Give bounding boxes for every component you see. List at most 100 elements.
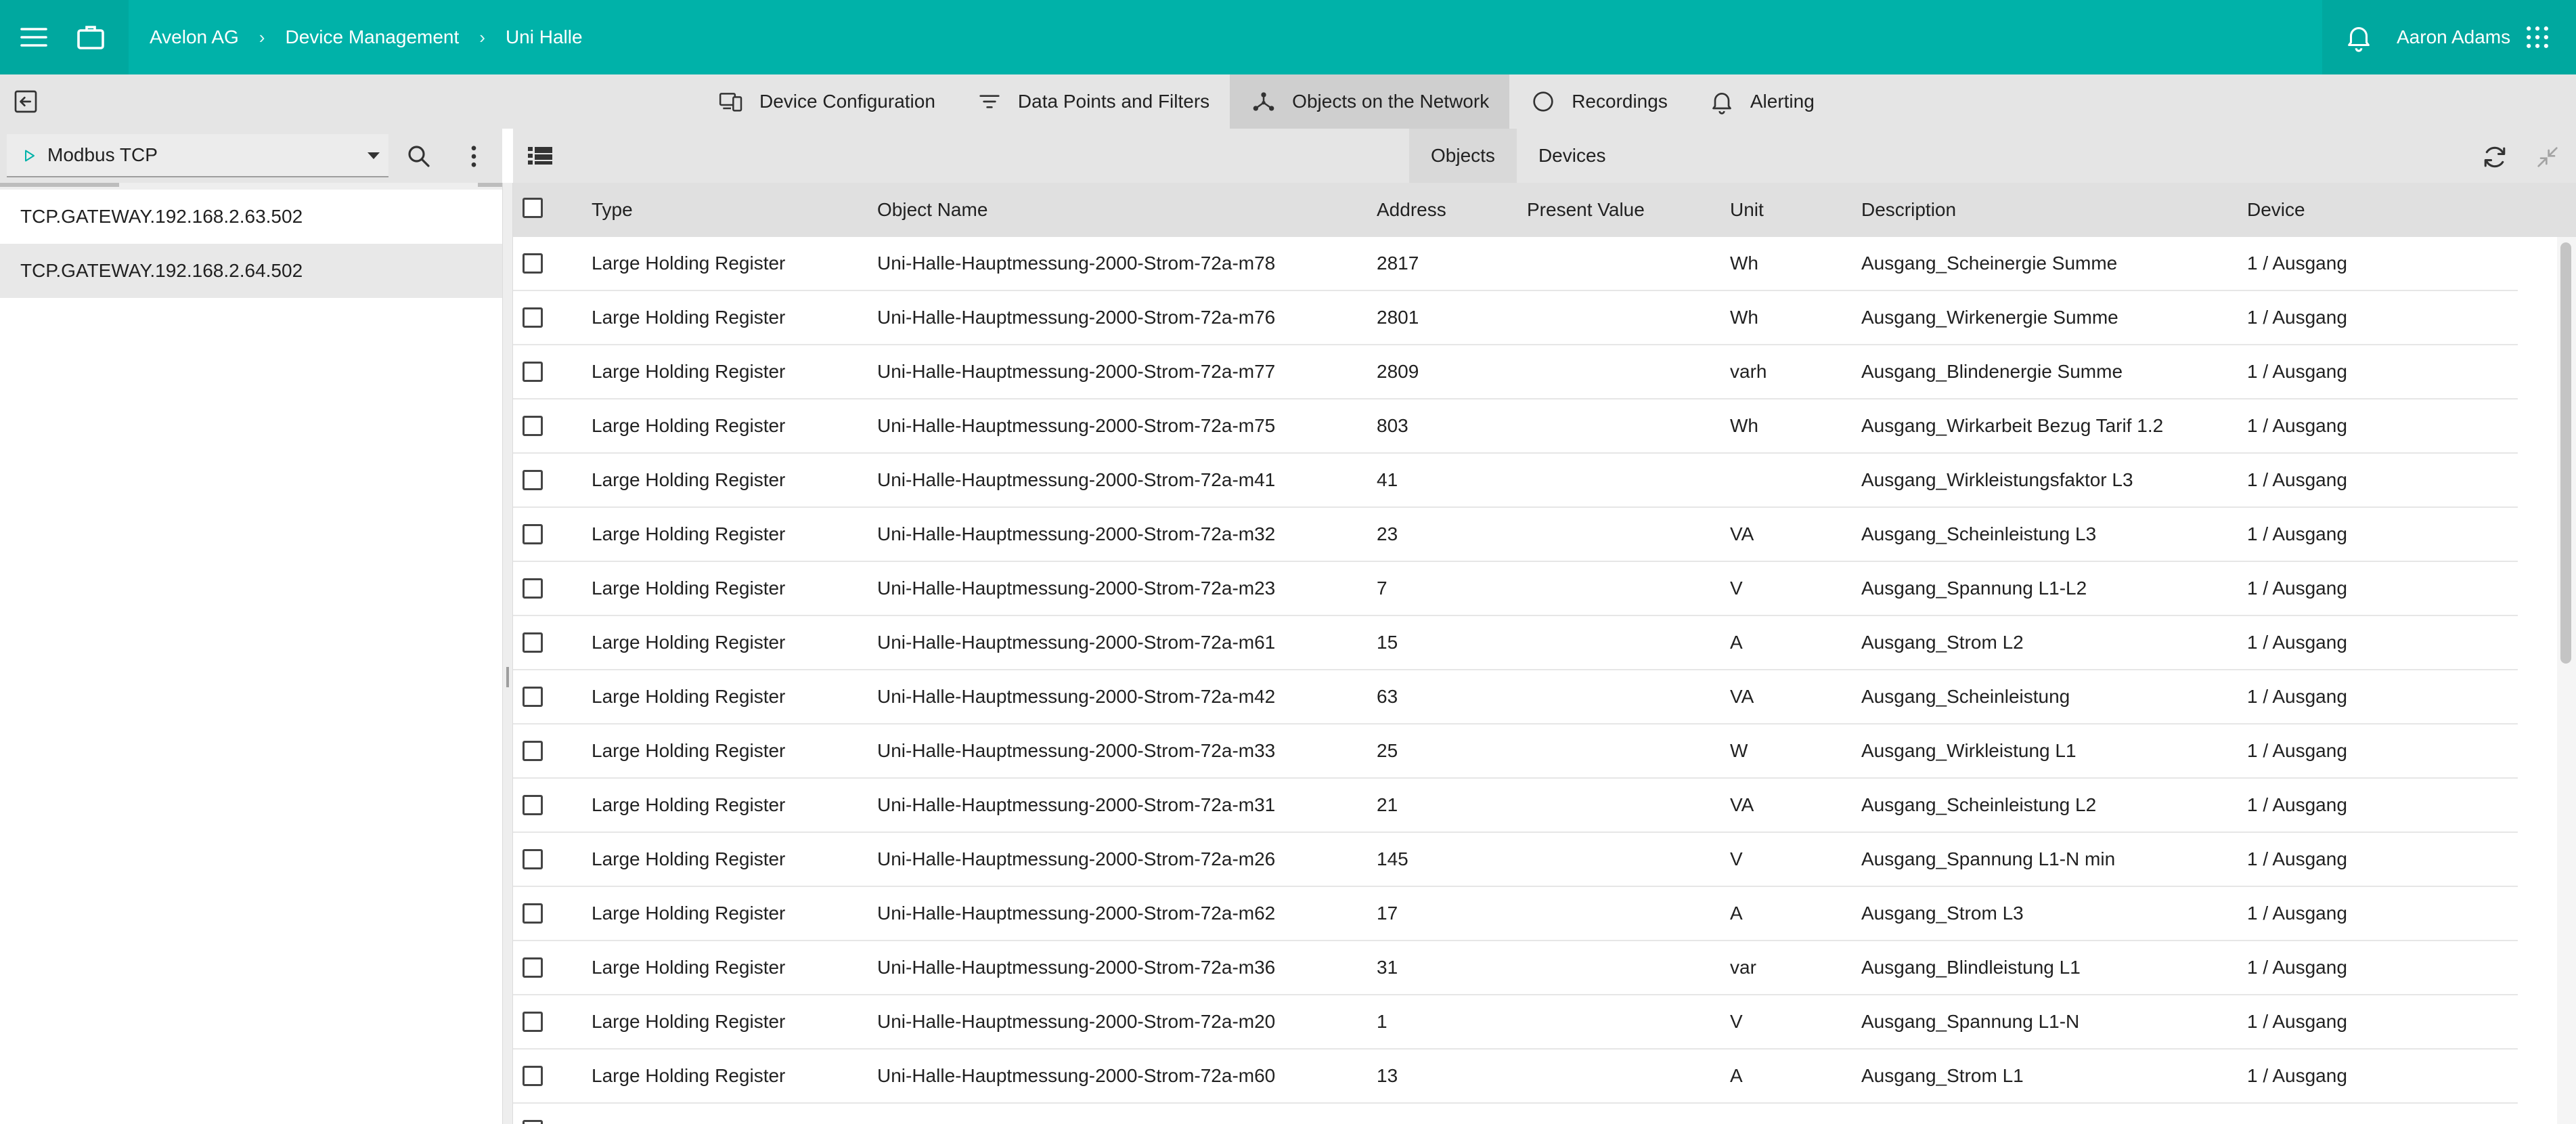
column-header-type[interactable]: Type [592, 183, 633, 237]
panel-splitter[interactable] [502, 183, 513, 1124]
column-header-address[interactable]: Address [1377, 183, 1446, 237]
briefcase-icon[interactable] [74, 21, 107, 53]
gateway-list-item[interactable]: TCP.GATEWAY.192.168.2.63.502 [0, 190, 502, 244]
cell-device: 1 / Ausgang [2247, 848, 2347, 869]
notifications-bell-icon[interactable] [2343, 22, 2374, 53]
tab-objects-on-the-network[interactable]: Objects on the Network [1230, 74, 1510, 129]
row-checkbox[interactable] [523, 524, 543, 544]
row-checkbox[interactable] [523, 307, 543, 328]
cell-object-name: Uni-Halle-Hauptmessung-2000-Strom-72a-m4… [877, 469, 1276, 490]
row-checkbox[interactable] [523, 741, 543, 761]
table-row[interactable]: Large Holding Register Uni-Halle-Hauptme… [513, 345, 2518, 399]
table-row[interactable]: Large Holding Register Uni-Halle-Hauptme… [513, 399, 2518, 454]
row-checkbox[interactable] [523, 1012, 543, 1032]
table-row[interactable]: Large Holding Register Uni-Halle-Hauptme… [513, 779, 2518, 833]
column-header-device[interactable]: Device [2247, 183, 2305, 237]
left-scrollbar-thumb[interactable] [0, 183, 119, 187]
tab-devices[interactable]: Devices [1517, 129, 1628, 183]
cell-unit: V [1730, 848, 1743, 869]
table-row[interactable]: Large Holding Register Uni-Halle-Hauptme… [513, 291, 2518, 345]
cell-device: 1 / Ausgang [2247, 523, 2347, 544]
filter-icon [976, 88, 1003, 115]
table-row[interactable]: Large Holding Register Uni-Halle-Hauptme… [513, 508, 2518, 562]
table-scrollbar-thumb[interactable] [2560, 242, 2571, 664]
table-row[interactable]: Large Holding Register Uni-Halle-Hauptme… [513, 562, 2518, 616]
column-header-object-name[interactable]: Object Name [877, 183, 987, 237]
table-row[interactable]: Large Holding Register Uni-Halle-Hauptme… [513, 941, 2518, 995]
tab-label: Objects on the Network [1292, 91, 1490, 112]
row-checkbox[interactable] [523, 903, 543, 924]
row-checkbox[interactable] [523, 253, 543, 274]
row-checkbox[interactable] [523, 849, 543, 869]
user-name[interactable]: Aaron Adams [2397, 0, 2510, 74]
column-header-description[interactable]: Description [1861, 183, 1956, 237]
table-row[interactable]: Large Holding Register Uni-Halle-Hauptme… [513, 670, 2518, 725]
cell-address: 2801 [1377, 307, 1419, 328]
cell-description: Ausgang_Spannung L1-N [1861, 1011, 2080, 1032]
cell-unit: varh [1730, 361, 1767, 382]
row-checkbox[interactable] [523, 578, 543, 599]
row-checkbox[interactable] [523, 470, 543, 490]
cell-object-name: Uni-Halle-Hauptmessung-2000-Strom-72a-m3… [877, 957, 1276, 978]
breadcrumb-item-section[interactable]: Device Management [285, 26, 459, 48]
gateway-list: TCP.GATEWAY.192.168.2.63.502 TCP.GATEWAY… [0, 190, 502, 298]
objects-table-body: Large Holding Register Uni-Halle-Hauptme… [513, 237, 2564, 1124]
table-row[interactable]: Large Holding Register Uni-Halle-Hauptme… [513, 833, 2518, 887]
row-checkbox[interactable] [523, 1120, 543, 1124]
breadcrumb: Avelon AG › Device Management › Uni Hall… [150, 0, 583, 74]
row-checkbox[interactable] [523, 795, 543, 815]
cell-device: 1 / Ausgang [2247, 469, 2347, 490]
tab-recordings[interactable]: Recordings [1509, 74, 1688, 129]
app-grid-icon[interactable] [2523, 22, 2552, 52]
table-row[interactable]: Large Holding Register Uni-Halle-Hauptme… [513, 887, 2518, 941]
table-row[interactable]: Large Holding Register Uni-Halle-Hauptme… [513, 616, 2518, 670]
gateway-list-item-selected[interactable]: TCP.GATEWAY.192.168.2.64.502 [0, 244, 502, 298]
cell-unit: A [1730, 903, 1743, 924]
refresh-icon[interactable] [2480, 142, 2510, 172]
hamburger-menu-icon[interactable] [18, 21, 50, 53]
cell-device: 1 / Ausgang [2247, 686, 2347, 707]
select-all-checkbox[interactable] [523, 198, 543, 218]
tab-device-configuration[interactable]: Device Configuration [697, 74, 956, 129]
cell-description: Ausgang_Wirkarbeit Bezug Tarif 1.2 [1861, 415, 2164, 436]
column-header-unit[interactable]: Unit [1730, 183, 1764, 237]
cell-address: 7 [1377, 578, 1387, 599]
breadcrumb-separator: › [259, 26, 265, 47]
row-checkbox[interactable] [523, 687, 543, 707]
table-row[interactable]: Large Holding Register Uni-Halle-Hauptme… [513, 1050, 2518, 1104]
cell-type: Large Holding Register [592, 1011, 786, 1032]
tab-alerting[interactable]: Alerting [1688, 74, 1835, 129]
cell-address: 31 [1377, 957, 1398, 978]
left-scrollbar-thumb-end[interactable] [478, 183, 502, 187]
device-config-icon [717, 88, 745, 115]
table-row[interactable]: Large Holding Register Uni-Halle-Hauptme… [513, 237, 2518, 291]
splitter-grip-icon[interactable] [506, 667, 509, 687]
table-row[interactable]: Large Holding Register Uni-Halle-Hauptme… [513, 995, 2518, 1050]
cell-address: 17 [1377, 903, 1398, 924]
collapse-arrows-icon[interactable] [2534, 144, 2561, 171]
cell-type: Large Holding Register [592, 740, 786, 761]
cell-description: Ausgang_Scheinleistung L3 [1861, 523, 2097, 544]
column-list-icon[interactable] [527, 145, 554, 167]
row-checkbox[interactable] [523, 632, 543, 653]
tab-objects[interactable]: Objects [1409, 129, 1517, 183]
cell-type: Large Holding Register [592, 686, 786, 707]
breadcrumb-item-company[interactable]: Avelon AG [150, 26, 239, 48]
protocol-select[interactable]: Modbus TCP [7, 134, 388, 177]
cell-unit: var [1730, 957, 1756, 978]
table-row[interactable]: Large Holding Register Uni-Halle-Hauptme… [513, 725, 2518, 779]
table-row[interactable]: Large Holding Register Uni-Halle-Hauptme… [513, 454, 2518, 508]
row-checkbox[interactable] [523, 957, 543, 978]
exit-panel-icon[interactable] [11, 88, 41, 115]
row-checkbox[interactable] [523, 416, 543, 436]
row-checkbox[interactable] [523, 362, 543, 382]
more-vertical-icon[interactable] [466, 142, 482, 171]
tab-data-points-and-filters[interactable]: Data Points and Filters [956, 74, 1230, 129]
row-checkbox[interactable] [523, 1066, 543, 1086]
cell-type: Large Holding Register [592, 957, 786, 978]
column-header-present-value[interactable]: Present Value [1527, 183, 1645, 237]
search-icon[interactable] [405, 142, 433, 171]
breadcrumb-item-site[interactable]: Uni Halle [506, 26, 583, 48]
gateway-label: TCP.GATEWAY.192.168.2.64.502 [20, 260, 303, 281]
table-row-partial[interactable] [513, 1104, 2518, 1124]
